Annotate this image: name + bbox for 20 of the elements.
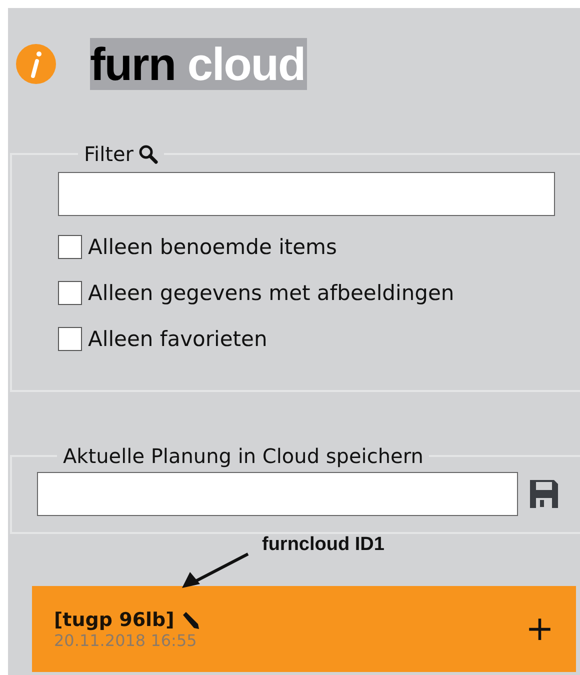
save-legend: Aktuelle Planung in Cloud speichern (63, 444, 424, 468)
expand-button[interactable]: + (526, 612, 554, 646)
save-icon[interactable] (528, 478, 560, 510)
filter-legend: Filter (84, 142, 134, 166)
checkbox[interactable] (58, 235, 82, 259)
checkbox-label: Alleen gegevens met afbeeldingen (88, 281, 454, 305)
annotation-arrow (180, 550, 250, 590)
name-field[interactable] (37, 472, 518, 516)
checkbox[interactable] (58, 281, 82, 305)
search-icon (138, 144, 158, 164)
entry-title: [tugp 96lb] (54, 608, 174, 630)
entry-date: 20.11.2018 16:55 (54, 630, 197, 650)
checkbox[interactable] (58, 327, 82, 351)
furncloud-logo: furn cloud (90, 38, 308, 90)
pencil-icon[interactable] (180, 610, 200, 630)
checkbox-label: Alleen benoemde items (88, 235, 337, 259)
filter-field[interactable] (58, 172, 555, 216)
checkbox-label: Alleen favorieten (88, 327, 268, 351)
cloud-entry-card[interactable]: [tugp 96lb] 20.11.2018 16:55 + (32, 586, 576, 672)
annotation-label: furncloud ID1 (262, 534, 384, 556)
